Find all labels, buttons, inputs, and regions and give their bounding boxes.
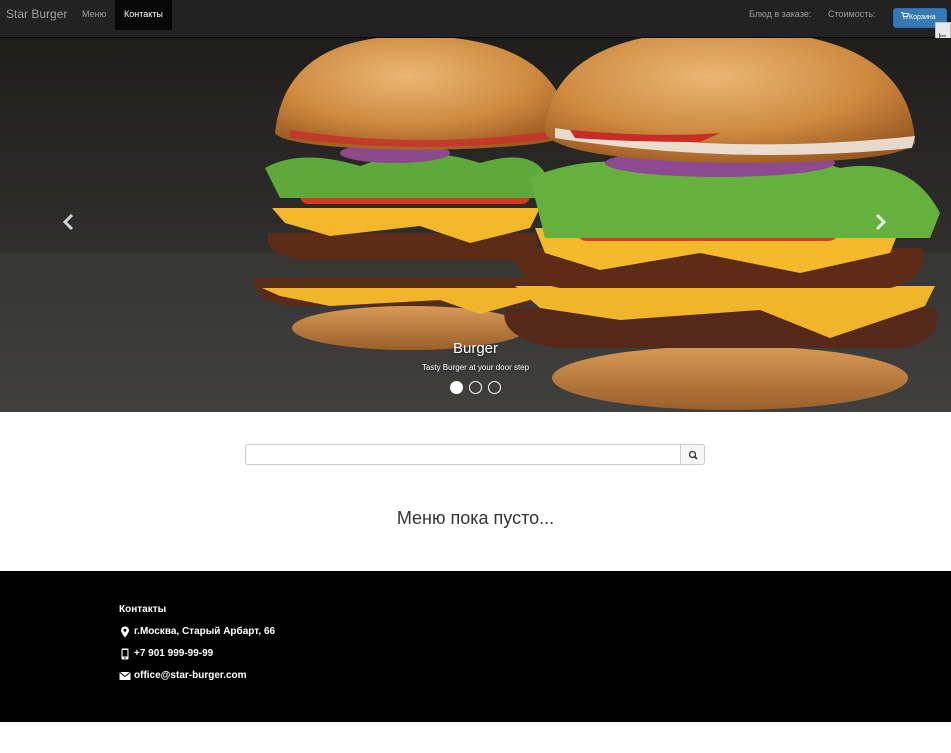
- order-items-count: Блюд в заказе:: [749, 9, 812, 19]
- footer-email-text[interactable]: office@star-burger.com: [134, 670, 247, 681]
- carousel-next-button[interactable]: [873, 213, 887, 235]
- footer: Контакты г.Москва, Старый Арбарт, 66 +7 …: [0, 571, 951, 722]
- cart-button-label: Корзина: [909, 14, 936, 21]
- carousel-indicator-3[interactable]: [488, 381, 501, 394]
- brand-logo[interactable]: Star Burger: [6, 0, 67, 30]
- carousel-indicator-1[interactable]: [450, 381, 463, 394]
- search-input[interactable]: [245, 444, 681, 465]
- carousel-prev-button[interactable]: [62, 213, 76, 235]
- search-icon: [688, 450, 698, 460]
- chevron-right-icon: [875, 213, 887, 231]
- menu-empty-message: Меню пока пусто...: [396, 508, 555, 528]
- envelope-icon: [119, 671, 131, 680]
- navbar: Star Burger Меню Контакты Блюд в заказе:…: [0, 0, 951, 38]
- carousel-caption-title: Burger: [452, 340, 499, 357]
- phone-icon: [121, 648, 129, 660]
- carousel: Burger Tasty Burger at your door step: [0, 38, 951, 412]
- order-cost: Стоимость:: [828, 9, 876, 19]
- cart-icon: [901, 9, 910, 27]
- footer-phone-text[interactable]: +7 901 999-99-99: [134, 648, 213, 659]
- nav-link-contacts[interactable]: Контакты: [115, 0, 172, 30]
- footer-address-text: г.Москва, Старый Арбарт, 66: [134, 626, 276, 637]
- carousel-indicator-2[interactable]: [469, 381, 482, 394]
- chevron-left-icon: [62, 213, 74, 231]
- nav-link-menu[interactable]: Меню: [73, 0, 115, 30]
- carousel-caption-subtitle: Tasty Burger at your door step: [421, 363, 530, 372]
- map-marker-icon: [121, 626, 129, 638]
- search-button[interactable]: [680, 444, 705, 465]
- footer-contacts-heading: Контакты: [119, 604, 167, 615]
